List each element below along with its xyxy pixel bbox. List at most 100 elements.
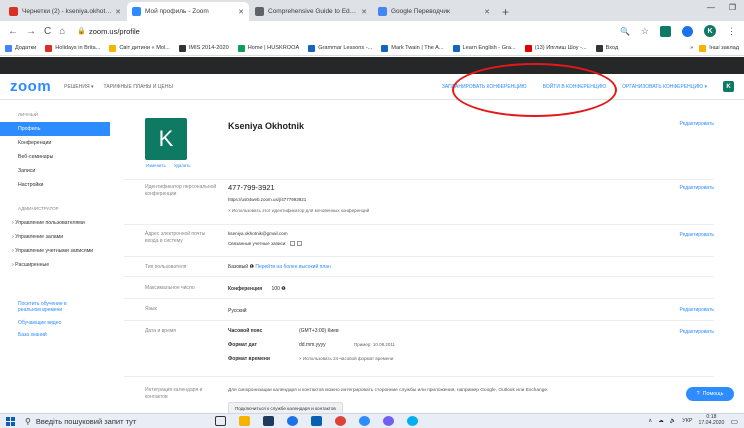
url-field[interactable]: 🔒 zoom.us/profile: [77, 27, 140, 36]
other-bookmarks[interactable]: Інші заклад: [699, 44, 739, 52]
sidebar-item-profile[interactable]: Профиль: [0, 122, 110, 136]
windows-start-icon[interactable]: [6, 416, 15, 426]
sidebar-item-user-management[interactable]: › Управление пользователями: [0, 216, 110, 230]
user-type-label: Тип пользователя: [145, 264, 187, 270]
language-indicator[interactable]: УКР: [682, 418, 692, 424]
tab-close-icon[interactable]: ✕: [115, 8, 121, 16]
extension-icon[interactable]: [682, 25, 693, 37]
bookmark-label: Learn English - Gra...: [462, 45, 516, 51]
sidebar-item-room-management[interactable]: › Управление залами: [0, 230, 110, 244]
minimize-icon[interactable]: —: [707, 3, 715, 12]
zoom-page-icon[interactable]: 🔍: [620, 27, 630, 36]
maximize-icon[interactable]: ❐: [729, 3, 736, 12]
sidebar-item-account-management[interactable]: › Управление учетными записями: [0, 244, 110, 258]
capacity-info-icon: ❶: [281, 286, 286, 292]
video-tutorials-link[interactable]: Обучающие видео: [0, 317, 110, 329]
extension-icon[interactable]: [660, 25, 671, 37]
volume-icon[interactable]: 🔈: [670, 418, 677, 424]
change-photo-link[interactable]: Изменить: [146, 163, 166, 168]
bookmark-label: (13) Ипглиш Шоу -...: [534, 45, 587, 51]
edit-email-link[interactable]: Редактировать: [679, 232, 714, 238]
join-meeting-link[interactable]: ВОЙТИ В КОНФЕРЕНЦИЮ: [543, 84, 607, 90]
mail-icon[interactable]: [311, 416, 322, 426]
nav-plans-pricing[interactable]: ТАРИФНЫЕ ПЛАНЫ И ЦЕНЫ: [103, 84, 172, 90]
sidebar-item-meetings[interactable]: Конференции: [0, 136, 110, 150]
zoom-app-icon[interactable]: [359, 416, 370, 426]
time-format-line: Формат времени × Использовать 24-часовой…: [228, 356, 458, 362]
chrome-icon[interactable]: [335, 416, 346, 426]
more-bookmarks-icon[interactable]: »: [690, 45, 693, 51]
tab-close-icon[interactable]: ✕: [484, 8, 490, 16]
tab-close-icon[interactable]: ✕: [361, 8, 367, 16]
clock-date: 17.04.2020: [698, 420, 725, 426]
zoom-user-avatar[interactable]: K: [723, 81, 734, 92]
browser-tab[interactable]: Мой профиль - Zoom ✕: [127, 2, 249, 21]
bookmark-item[interactable]: Home | HUSKROOA: [237, 44, 299, 52]
sidebar-item-advanced[interactable]: › Расширенные: [0, 258, 110, 272]
lock-icon: 🔒: [77, 28, 86, 35]
schedule-meeting-link[interactable]: ЗАПЛАНИРОВАТЬ КОНФЕРЕНЦИЮ: [442, 84, 527, 90]
forward-icon[interactable]: →: [26, 26, 36, 37]
help-button[interactable]: ? Помощь: [686, 387, 734, 401]
clock[interactable]: 0:18 17.04.2020: [698, 415, 724, 426]
nav-solutions[interactable]: РЕШЕНИЯ ▾: [64, 84, 93, 90]
edit-datetime-link[interactable]: Редактировать: [679, 329, 714, 335]
star-icon[interactable]: ☆: [641, 26, 649, 37]
profile-avatar[interactable]: K: [704, 25, 716, 37]
zoom-logo[interactable]: zoom: [10, 78, 51, 95]
taskbar-search[interactable]: ⚲ Введіть пошуковий запит тут: [25, 415, 185, 428]
back-icon[interactable]: ←: [8, 26, 18, 37]
tray-up-icon[interactable]: ∧: [648, 418, 652, 424]
browser-tab-strip: Чернетки (2) - kseniya.okhotnik ✕ Мой проф…: [0, 0, 744, 21]
bookmark-item[interactable]: IMIS 2014-2020: [178, 44, 229, 52]
delete-photo-link[interactable]: Удалить: [174, 163, 191, 168]
knowledge-base-link[interactable]: База знаний: [0, 329, 110, 341]
edge-icon[interactable]: [287, 416, 298, 426]
calendar-row: Интеграция календаря и контактов Для син…: [124, 377, 714, 415]
sidebar-item-settings[interactable]: Настройки: [0, 178, 110, 192]
edit-language-link[interactable]: Редактировать: [679, 307, 714, 313]
bookmark-item[interactable]: Grammar Lessons -...: [308, 44, 372, 52]
store-icon[interactable]: [263, 416, 274, 426]
bookmark-item[interactable]: Learn English - Gra...: [452, 44, 516, 52]
taskbar-search-text: Введіть пошуковий запит тут: [35, 416, 137, 426]
calendar-text: Для синхронизации календаря и контактов …: [228, 388, 549, 393]
linked-account-icon: [296, 241, 302, 247]
sidebar-item-recordings[interactable]: Записи: [0, 164, 110, 178]
reload-icon[interactable]: C: [44, 26, 51, 37]
bookmark-label: Додатки: [15, 45, 37, 51]
notifications-icon[interactable]: ▭: [730, 417, 738, 426]
bookmark-item[interactable]: Світ дитини « Mol...: [109, 44, 170, 52]
sidebar-item-webinars[interactable]: Веб-семинары: [0, 150, 110, 164]
upgrade-link[interactable]: Перейти на более высокий план: [255, 264, 330, 270]
home-icon[interactable]: ⌂: [59, 26, 65, 37]
bookmark-item[interactable]: Додатки: [5, 44, 37, 52]
viber-icon[interactable]: [383, 416, 394, 426]
sidebar-section-admin: АДМИНИСТРАТОР: [18, 206, 59, 211]
host-meeting-link[interactable]: ОРГАНИЗОВАТЬ КОНФЕРЕНЦИЮ ▾: [622, 84, 707, 90]
screen: Чернетки (2) - kseniya.okhotnik ✕ Мой проф…: [0, 0, 744, 428]
task-view-icon[interactable]: [215, 416, 226, 426]
browser-tab[interactable]: Comprehensive Guide to Educa ✕: [250, 2, 372, 21]
browser-tab[interactable]: Чернетки (2) - kseniya.okhotnik ✕: [4, 2, 126, 21]
pmi-url[interactable]: https://us04web.zoom.us/j/4777993921: [228, 197, 369, 202]
edit-pmi-link[interactable]: Редактировать: [679, 185, 714, 191]
profile-name: Kseniya Okhotnik: [228, 121, 305, 131]
email-row: Адрес электронной почты входа в систему …: [124, 225, 714, 257]
network-icon[interactable]: ☁: [658, 418, 663, 424]
live-training-link[interactable]: Посетить обучение в реальном времени: [0, 298, 80, 317]
file-explorer-icon[interactable]: [239, 416, 250, 426]
tab-title: Чернетки (2) - kseniya.okhotnik: [22, 8, 113, 15]
linked-account-icon: [289, 241, 295, 247]
browser-tab[interactable]: Google Переводчик ✕: [373, 2, 495, 21]
skype-icon[interactable]: [407, 416, 418, 426]
bookmark-item[interactable]: Вход: [595, 44, 618, 52]
menu-icon[interactable]: ⋮: [727, 26, 736, 37]
bookmarks-bar: Додатки Holidays in Brita... Світ дитини «…: [0, 41, 744, 56]
edit-name-link[interactable]: Редактировать: [679, 121, 714, 127]
bookmark-item[interactable]: Holidays in Brita...: [45, 44, 100, 52]
bookmark-item[interactable]: (13) Ипглиш Шоу -...: [524, 44, 587, 52]
new-tab-icon[interactable]: +: [502, 2, 509, 21]
bookmark-item[interactable]: Mark Twain | The A...: [381, 44, 444, 52]
tab-close-icon[interactable]: ✕: [238, 8, 244, 16]
